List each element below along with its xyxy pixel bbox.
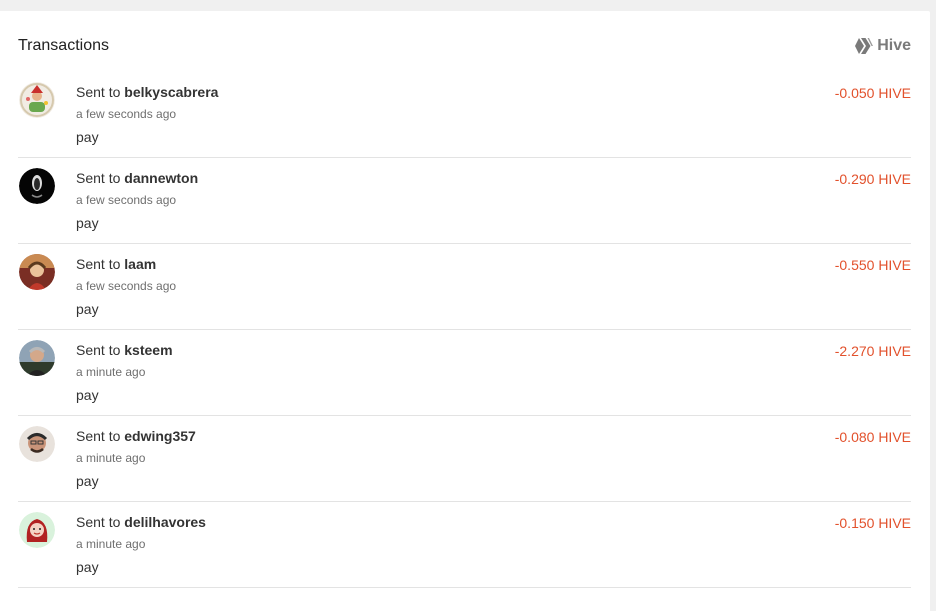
transaction-amount: -2.270 HIVE [834, 343, 911, 359]
transaction-time: a minute ago [76, 451, 146, 465]
recipient-username[interactable]: delilhavores [124, 514, 206, 530]
transaction-amount: -0.290 HIVE [834, 171, 911, 187]
transaction-prefix: Sent to [76, 342, 121, 358]
avatar[interactable] [19, 254, 55, 290]
transaction-memo: pay [76, 215, 99, 231]
recipient-username[interactable]: dannewton [124, 170, 198, 186]
transaction-prefix: Sent to [76, 170, 121, 186]
transaction-row[interactable]: Sent to delilhavores a minute ago pay -0… [18, 502, 911, 588]
transaction-memo: pay [76, 301, 99, 317]
hive-brand-label: Hive [877, 37, 911, 54]
avatar[interactable] [19, 426, 55, 462]
transaction-time: a few seconds ago [76, 107, 177, 121]
recipient-username[interactable]: ksteem [124, 342, 172, 358]
transaction-description: Sent to belkyscabrera [76, 84, 218, 100]
transaction-list: Sent to belkyscabrera a few seconds ago … [18, 72, 911, 588]
hive-logo-icon [855, 38, 874, 54]
transaction-time: a minute ago [76, 537, 146, 551]
transaction-amount: -0.150 HIVE [834, 515, 911, 531]
transaction-amount: -0.550 HIVE [834, 257, 911, 273]
transaction-description: Sent to ksteem [76, 342, 173, 358]
transaction-row[interactable]: Sent to belkyscabrera a few seconds ago … [18, 72, 911, 158]
transaction-description: Sent to edwing357 [76, 428, 196, 444]
avatar[interactable] [19, 168, 55, 204]
card-header: Transactions Hive [18, 37, 911, 57]
page-gutter [930, 0, 936, 591]
transaction-amount: -0.080 HIVE [834, 429, 911, 445]
transaction-row[interactable]: Sent to laam a few seconds ago pay -0.55… [18, 244, 911, 330]
transaction-description: Sent to dannewton [76, 170, 198, 186]
transaction-row[interactable]: Sent to dannewton a few seconds ago pay … [18, 158, 911, 244]
transaction-prefix: Sent to [76, 514, 121, 530]
hive-brand[interactable]: Hive [855, 37, 911, 55]
avatar[interactable] [19, 340, 55, 376]
transaction-time: a few seconds ago [76, 193, 177, 207]
recipient-username[interactable]: laam [124, 256, 156, 272]
transaction-memo: pay [76, 473, 99, 489]
transaction-description: Sent to laam [76, 256, 156, 272]
transaction-time: a few seconds ago [76, 279, 177, 293]
recipient-username[interactable]: edwing357 [124, 428, 196, 444]
transaction-row[interactable]: Sent to ksteem a minute ago pay -2.270 H… [18, 330, 911, 416]
transaction-row[interactable]: Sent to edwing357 a minute ago pay -0.08… [18, 416, 911, 502]
transactions-card: Transactions Hive Sent to belkyscabrera … [0, 11, 930, 611]
transaction-prefix: Sent to [76, 84, 121, 100]
transaction-memo: pay [76, 387, 99, 403]
transaction-description: Sent to delilhavores [76, 514, 206, 530]
transaction-prefix: Sent to [76, 428, 121, 444]
card-title: Transactions [18, 37, 109, 54]
avatar[interactable] [19, 512, 55, 548]
transaction-prefix: Sent to [76, 256, 121, 272]
transaction-memo: pay [76, 129, 99, 145]
transaction-memo: pay [76, 559, 99, 575]
avatar[interactable] [19, 82, 55, 118]
transaction-time: a minute ago [76, 365, 146, 379]
transaction-amount: -0.050 HIVE [834, 85, 911, 101]
recipient-username[interactable]: belkyscabrera [124, 84, 218, 100]
